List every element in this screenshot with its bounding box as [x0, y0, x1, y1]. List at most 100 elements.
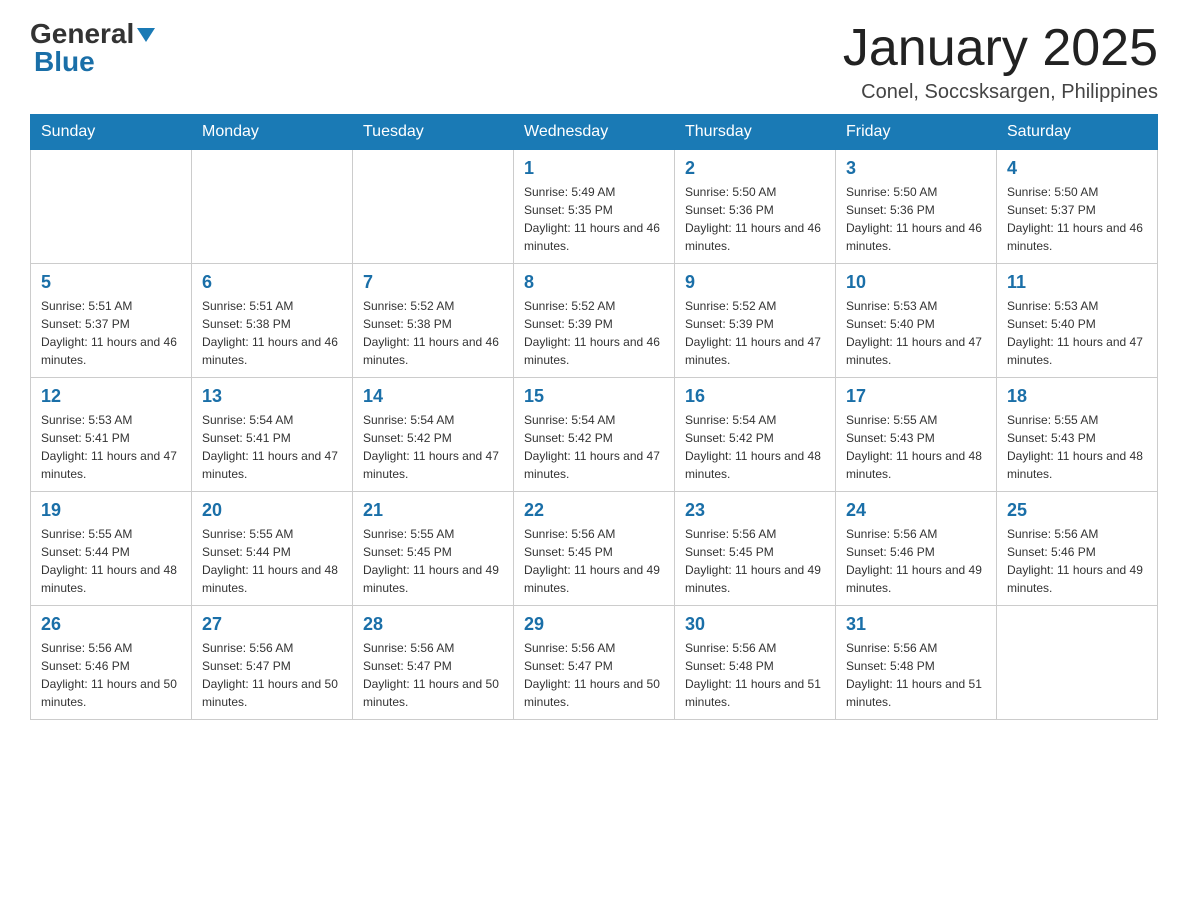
- day-info: Sunrise: 5:54 AMSunset: 5:42 PMDaylight:…: [524, 411, 664, 483]
- day-info: Sunrise: 5:50 AMSunset: 5:36 PMDaylight:…: [846, 183, 986, 255]
- day-info: Sunrise: 5:53 AMSunset: 5:40 PMDaylight:…: [1007, 297, 1147, 369]
- day-number: 28: [363, 614, 503, 635]
- day-number: 12: [41, 386, 181, 407]
- calendar-cell: 21 Sunrise: 5:55 AMSunset: 5:45 PMDayligh…: [353, 492, 514, 606]
- day-number: 2: [685, 158, 825, 179]
- calendar-cell: 15 Sunrise: 5:54 AMSunset: 5:42 PMDayligh…: [514, 378, 675, 492]
- day-number: 14: [363, 386, 503, 407]
- day-info: Sunrise: 5:56 AMSunset: 5:47 PMDaylight:…: [524, 639, 664, 711]
- day-info: Sunrise: 5:55 AMSunset: 5:44 PMDaylight:…: [41, 525, 181, 597]
- day-info: Sunrise: 5:49 AMSunset: 5:35 PMDaylight:…: [524, 183, 664, 255]
- calendar-cell: 31Sunrise: 5:56 AMSunset: 5:48 PMDayligh…: [836, 606, 997, 720]
- calendar-cell: 2 Sunrise: 5:50 AMSunset: 5:36 PMDaylight…: [675, 150, 836, 264]
- day-info: Sunrise: 5:53 AMSunset: 5:41 PMDaylight:…: [41, 411, 181, 483]
- calendar-cell: 5Sunrise: 5:51 AMSunset: 5:37 PMDaylight…: [31, 264, 192, 378]
- weekday-header-friday: Friday: [836, 115, 997, 150]
- day-number: 16: [685, 386, 825, 407]
- day-info: Sunrise: 5:52 AMSunset: 5:39 PMDaylight:…: [685, 297, 825, 369]
- calendar-cell: 25 Sunrise: 5:56 AMSunset: 5:46 PMDayligh…: [997, 492, 1158, 606]
- calendar-cell: 10 Sunrise: 5:53 AMSunset: 5:40 PMDayligh…: [836, 264, 997, 378]
- calendar-header-row: SundayMondayTuesdayWednesdayThursdayFrid…: [31, 115, 1158, 150]
- page-header: General Blue January 2025 Conel, Soccsks…: [30, 20, 1158, 104]
- calendar-cell: 22Sunrise: 5:56 AMSunset: 5:45 PMDayligh…: [514, 492, 675, 606]
- calendar-table: SundayMondayTuesdayWednesdayThursdayFrid…: [30, 114, 1158, 720]
- logo: General Blue: [30, 20, 155, 76]
- logo-general: General: [30, 20, 134, 48]
- day-number: 3: [846, 158, 986, 179]
- day-number: 31: [846, 614, 986, 635]
- day-number: 15: [524, 386, 664, 407]
- calendar-week-4: 19 Sunrise: 5:55 AMSunset: 5:44 PMDayligh…: [31, 492, 1158, 606]
- calendar-cell: [997, 606, 1158, 720]
- day-info: Sunrise: 5:56 AMSunset: 5:45 PMDaylight:…: [524, 525, 664, 597]
- weekday-header-monday: Monday: [192, 115, 353, 150]
- calendar-cell: 26Sunrise: 5:56 AMSunset: 5:46 PMDayligh…: [31, 606, 192, 720]
- day-info: Sunrise: 5:55 AMSunset: 5:43 PMDaylight:…: [846, 411, 986, 483]
- calendar-cell: [192, 150, 353, 264]
- day-info: Sunrise: 5:54 AMSunset: 5:42 PMDaylight:…: [685, 411, 825, 483]
- calendar-cell: 3 Sunrise: 5:50 AMSunset: 5:36 PMDaylight…: [836, 150, 997, 264]
- weekday-header-tuesday: Tuesday: [353, 115, 514, 150]
- calendar-location: Conel, Soccsksargen, Philippines: [843, 81, 1158, 104]
- calendar-cell: 1 Sunrise: 5:49 AMSunset: 5:35 PMDaylight…: [514, 150, 675, 264]
- calendar-cell: 13 Sunrise: 5:54 AMSunset: 5:41 PMDayligh…: [192, 378, 353, 492]
- day-info: Sunrise: 5:52 AMSunset: 5:38 PMDaylight:…: [363, 297, 503, 369]
- calendar-cell: 16 Sunrise: 5:54 AMSunset: 5:42 PMDayligh…: [675, 378, 836, 492]
- day-info: Sunrise: 5:51 AMSunset: 5:38 PMDaylight:…: [202, 297, 342, 369]
- day-info: Sunrise: 5:52 AMSunset: 5:39 PMDaylight:…: [524, 297, 664, 369]
- day-info: Sunrise: 5:56 AMSunset: 5:46 PMDaylight:…: [1007, 525, 1147, 597]
- day-info: Sunrise: 5:56 AMSunset: 5:48 PMDaylight:…: [685, 639, 825, 711]
- calendar-cell: 28 Sunrise: 5:56 AMSunset: 5:47 PMDayligh…: [353, 606, 514, 720]
- calendar-cell: 14 Sunrise: 5:54 AMSunset: 5:42 PMDayligh…: [353, 378, 514, 492]
- calendar-cell: 24Sunrise: 5:56 AMSunset: 5:46 PMDayligh…: [836, 492, 997, 606]
- day-number: 1: [524, 158, 664, 179]
- day-info: Sunrise: 5:55 AMSunset: 5:43 PMDaylight:…: [1007, 411, 1147, 483]
- logo-triangle-icon: [137, 28, 155, 42]
- calendar-cell: 11Sunrise: 5:53 AMSunset: 5:40 PMDayligh…: [997, 264, 1158, 378]
- day-number: 30: [685, 614, 825, 635]
- calendar-week-5: 26Sunrise: 5:56 AMSunset: 5:46 PMDayligh…: [31, 606, 1158, 720]
- day-number: 18: [1007, 386, 1147, 407]
- calendar-cell: [353, 150, 514, 264]
- calendar-cell: 20 Sunrise: 5:55 AMSunset: 5:44 PMDayligh…: [192, 492, 353, 606]
- day-info: Sunrise: 5:54 AMSunset: 5:42 PMDaylight:…: [363, 411, 503, 483]
- weekday-header-wednesday: Wednesday: [514, 115, 675, 150]
- day-number: 25: [1007, 500, 1147, 521]
- day-number: 23: [685, 500, 825, 521]
- logo-blue: Blue: [34, 48, 95, 76]
- day-info: Sunrise: 5:50 AMSunset: 5:36 PMDaylight:…: [685, 183, 825, 255]
- day-info: Sunrise: 5:56 AMSunset: 5:47 PMDaylight:…: [363, 639, 503, 711]
- day-number: 9: [685, 272, 825, 293]
- calendar-cell: 4 Sunrise: 5:50 AMSunset: 5:37 PMDaylight…: [997, 150, 1158, 264]
- day-info: Sunrise: 5:56 AMSunset: 5:46 PMDaylight:…: [41, 639, 181, 711]
- calendar-cell: 12 Sunrise: 5:53 AMSunset: 5:41 PMDayligh…: [31, 378, 192, 492]
- calendar-week-1: 1 Sunrise: 5:49 AMSunset: 5:35 PMDaylight…: [31, 150, 1158, 264]
- day-number: 20: [202, 500, 342, 521]
- weekday-header-thursday: Thursday: [675, 115, 836, 150]
- calendar-cell: 19 Sunrise: 5:55 AMSunset: 5:44 PMDayligh…: [31, 492, 192, 606]
- calendar-cell: 23Sunrise: 5:56 AMSunset: 5:45 PMDayligh…: [675, 492, 836, 606]
- day-number: 7: [363, 272, 503, 293]
- day-info: Sunrise: 5:55 AMSunset: 5:45 PMDaylight:…: [363, 525, 503, 597]
- calendar-cell: 30 Sunrise: 5:56 AMSunset: 5:48 PMDayligh…: [675, 606, 836, 720]
- day-info: Sunrise: 5:50 AMSunset: 5:37 PMDaylight:…: [1007, 183, 1147, 255]
- day-info: Sunrise: 5:55 AMSunset: 5:44 PMDaylight:…: [202, 525, 342, 597]
- day-number: 10: [846, 272, 986, 293]
- day-number: 21: [363, 500, 503, 521]
- day-number: 4: [1007, 158, 1147, 179]
- calendar-cell: 27 Sunrise: 5:56 AMSunset: 5:47 PMDayligh…: [192, 606, 353, 720]
- calendar-week-3: 12 Sunrise: 5:53 AMSunset: 5:41 PMDayligh…: [31, 378, 1158, 492]
- title-block: January 2025 Conel, Soccsksargen, Philip…: [843, 20, 1158, 104]
- day-info: Sunrise: 5:54 AMSunset: 5:41 PMDaylight:…: [202, 411, 342, 483]
- day-info: Sunrise: 5:56 AMSunset: 5:47 PMDaylight:…: [202, 639, 342, 711]
- day-number: 27: [202, 614, 342, 635]
- calendar-cell: 17Sunrise: 5:55 AMSunset: 5:43 PMDayligh…: [836, 378, 997, 492]
- day-number: 8: [524, 272, 664, 293]
- calendar-cell: 9 Sunrise: 5:52 AMSunset: 5:39 PMDaylight…: [675, 264, 836, 378]
- weekday-header-saturday: Saturday: [997, 115, 1158, 150]
- weekday-header-sunday: Sunday: [31, 115, 192, 150]
- day-number: 19: [41, 500, 181, 521]
- calendar-title: January 2025: [843, 20, 1158, 77]
- day-number: 13: [202, 386, 342, 407]
- day-info: Sunrise: 5:53 AMSunset: 5:40 PMDaylight:…: [846, 297, 986, 369]
